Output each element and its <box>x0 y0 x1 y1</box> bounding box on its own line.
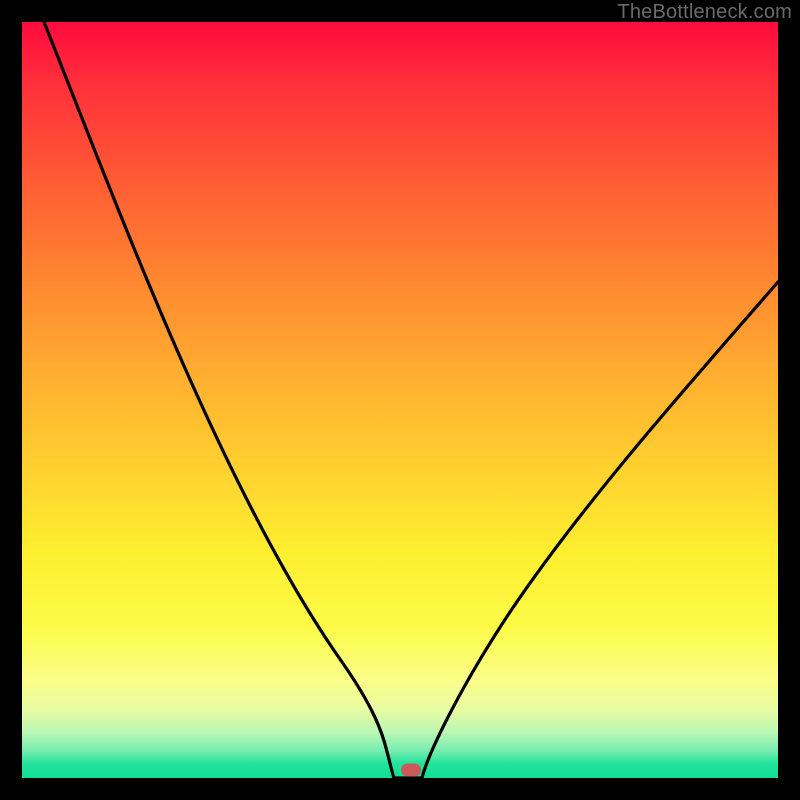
plot-area <box>22 22 778 778</box>
curve-path <box>44 22 778 778</box>
optimal-marker-icon <box>401 764 421 777</box>
bottleneck-curve <box>22 22 778 778</box>
chart-frame: TheBottleneck.com <box>0 0 800 800</box>
watermark-text: TheBottleneck.com <box>617 1 792 24</box>
